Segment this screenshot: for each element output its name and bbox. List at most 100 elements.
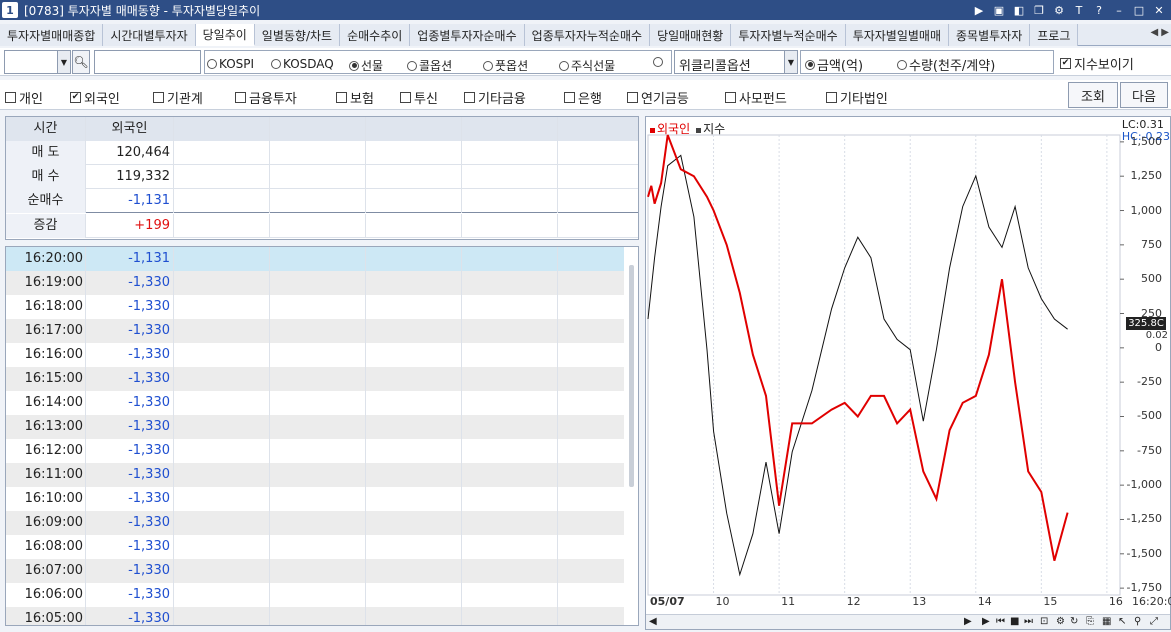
settings-icon[interactable]: ⚙: [1051, 2, 1067, 18]
option-select[interactable]: 위클리콜옵션 ▼: [674, 50, 798, 74]
tab-sector-net-buy[interactable]: 업종별투자자순매수: [410, 24, 525, 46]
time-series-list[interactable]: 16:20:00 -1,131 16:19:00 -1,330 16:18:00 -1…: [5, 246, 639, 626]
x-tick-label: 05/07: [650, 595, 685, 608]
checkbox-investment-trust[interactable]: 투신: [400, 88, 438, 107]
table-row[interactable]: 16:15:00 -1,330: [6, 367, 624, 391]
copy-window-icon[interactable]: ❐: [1031, 2, 1047, 18]
tab-sector-cumulative[interactable]: 업종투자자누적순매수: [524, 24, 651, 46]
tab-scroll-arrows[interactable]: ◀ ▶: [1150, 27, 1169, 38]
fast-forward-icon[interactable]: ⏭: [1024, 616, 1033, 627]
copy-icon[interactable]: ⎘: [1086, 616, 1094, 627]
stop-icon[interactable]: ■: [1010, 616, 1019, 627]
radio-put-option[interactable]: 풋옵션: [483, 57, 528, 74]
y-tick-label: 250: [1141, 306, 1162, 320]
play-icon[interactable]: ▶: [971, 2, 987, 18]
checkbox-bank[interactable]: 은행: [564, 88, 602, 107]
checkbox-private-fund[interactable]: 사모펀드: [725, 88, 787, 107]
radio-kospi[interactable]: KOSPI: [207, 57, 254, 71]
print-icon[interactable]: ▣: [991, 2, 1007, 18]
tab-daily-trading[interactable]: 당일매매현황: [650, 24, 732, 46]
tab-daily-chart[interactable]: 일별동향/차트: [254, 24, 341, 46]
refresh-icon[interactable]: ↻: [1070, 616, 1078, 627]
minimize-icon[interactable]: –: [1111, 2, 1127, 18]
scroll-right-icon[interactable]: ▶: [964, 616, 972, 627]
expand-icon[interactable]: ⤢: [1150, 616, 1158, 627]
summary-grid: 시간 외국인 매 도 120,464 매 수 119,332 순매수 -1,13…: [5, 116, 639, 240]
radio-stock-futures[interactable]: 주식선물: [559, 57, 615, 74]
search-button[interactable]: 조회: [1068, 82, 1118, 108]
trend-chart[interactable]: 외국인 지수 LC:0.31 HC:-0.23 325.8C 0.02 1,50…: [645, 116, 1171, 630]
zoom-icon[interactable]: ⚲: [1134, 616, 1141, 627]
tab-investor-daily[interactable]: 투자자별일별매매: [845, 24, 950, 46]
tab-daily-trend[interactable]: 당일추이: [195, 24, 255, 46]
y-tick-label: -750: [1137, 443, 1162, 457]
checkbox-financial-investment[interactable]: 금융투자: [235, 88, 297, 107]
grid-icon[interactable]: ▦: [1102, 616, 1111, 627]
window-title: [0783] 투자자별 매매동향 - 투자자별당일추이: [24, 3, 261, 18]
table-row[interactable]: 16:13:00 -1,330: [6, 415, 624, 439]
next-button[interactable]: 다음: [1120, 82, 1168, 108]
layout-icon[interactable]: ◧: [1011, 2, 1027, 18]
radio-futures[interactable]: 선물: [349, 57, 383, 74]
table-row[interactable]: 16:18:00 -1,330: [6, 295, 624, 319]
close-icon[interactable]: ✕: [1151, 2, 1167, 18]
help-icon[interactable]: ?: [1091, 2, 1107, 18]
chart-settings-icon[interactable]: ⚙: [1056, 616, 1065, 627]
radio-kosdaq[interactable]: KOSDAQ: [271, 57, 334, 71]
table-row[interactable]: 16:07:00 -1,330: [6, 559, 624, 583]
font-icon[interactable]: T: [1071, 2, 1087, 18]
radio-weekly-option[interactable]: [653, 57, 665, 67]
tab-net-buy-trend[interactable]: 순매수추이: [340, 24, 411, 46]
table-row[interactable]: 16:17:00 -1,330: [6, 319, 624, 343]
filter-row-investors: 개인 ✔ 외국인 기관계 금융투자 보험 투신 기타금융 은행 연기금등 사모펀드…: [0, 80, 1171, 110]
checkbox-insurance[interactable]: 보험: [336, 88, 374, 107]
radio-quantity[interactable]: 수량(천주/계약): [897, 55, 995, 74]
checkbox-other-finance[interactable]: 기타금융: [464, 88, 526, 107]
maximize-icon[interactable]: □: [1131, 2, 1147, 18]
checkbox-box: [153, 92, 164, 103]
x-tick-label: 16:20:0: [1132, 595, 1171, 608]
tab-time-investor[interactable]: 시간대별투자자: [103, 24, 196, 46]
pointer-icon[interactable]: ↖: [1118, 616, 1126, 627]
play-icon[interactable]: ▶: [982, 616, 990, 627]
tab-program[interactable]: 프로그: [1030, 24, 1079, 46]
table-row[interactable]: 16:05:00 -1,330: [6, 607, 624, 625]
checkbox-individual[interactable]: 개인: [5, 88, 43, 107]
table-row[interactable]: 16:11:00 -1,330: [6, 463, 624, 487]
table-row[interactable]: 16:06:00 -1,330: [6, 583, 624, 607]
radio-amount[interactable]: 금액(억): [805, 55, 863, 74]
chevron-down-icon[interactable]: ▼: [784, 51, 797, 73]
checkbox-pension[interactable]: 연기금등: [627, 88, 689, 107]
checkbox-institution[interactable]: 기관계: [153, 88, 203, 107]
chevron-down-icon[interactable]: ▼: [57, 51, 70, 73]
table-row[interactable]: 16:14:00 -1,330: [6, 391, 624, 415]
vertical-scrollbar[interactable]: [629, 265, 634, 487]
y-tick-label: 1,250: [1130, 169, 1163, 183]
x-tick-label: 15: [1043, 595, 1058, 608]
rewind-icon[interactable]: ⏮: [996, 616, 1005, 627]
code-combo[interactable]: ▼: [4, 50, 71, 74]
tab-stock-investor[interactable]: 종목별투자자: [949, 24, 1031, 46]
scroll-left-icon[interactable]: ◀: [649, 616, 657, 627]
radio-call-option[interactable]: 콜옵션: [407, 57, 452, 74]
table-row[interactable]: 16:16:00 -1,330: [6, 343, 624, 367]
x-tick-label: 11: [781, 595, 796, 608]
show-index-checkbox[interactable]: ✔ 지수보이기: [1060, 54, 1134, 73]
x-tick-label: 12: [846, 595, 861, 608]
header-foreign: 외국인: [86, 117, 174, 141]
table-row[interactable]: 16:12:00 -1,330: [6, 439, 624, 463]
zoom-fit-icon[interactable]: ⊡: [1040, 616, 1048, 627]
search-icon[interactable]: 🔍︎: [72, 50, 90, 74]
table-row[interactable]: 16:10:00 -1,330: [6, 487, 624, 511]
table-row[interactable]: 16:19:00 -1,330: [6, 271, 624, 295]
checkbox-foreign[interactable]: ✔ 외국인: [70, 88, 120, 107]
table-row[interactable]: 16:20:00 -1,131: [6, 247, 624, 271]
summary-header-row: 시간 외국인: [6, 117, 638, 141]
tab-investor-cumulative[interactable]: 투자자별누적순매수: [731, 24, 846, 46]
tab-investor-summary[interactable]: 투자자별매매종합: [0, 24, 104, 46]
x-tick-label: 16: [1108, 595, 1123, 608]
checkbox-other-corp[interactable]: 기타법인: [826, 88, 888, 107]
table-row[interactable]: 16:09:00 -1,330: [6, 511, 624, 535]
table-row[interactable]: 16:08:00 -1,330: [6, 535, 624, 559]
code-name-input[interactable]: [94, 50, 201, 74]
